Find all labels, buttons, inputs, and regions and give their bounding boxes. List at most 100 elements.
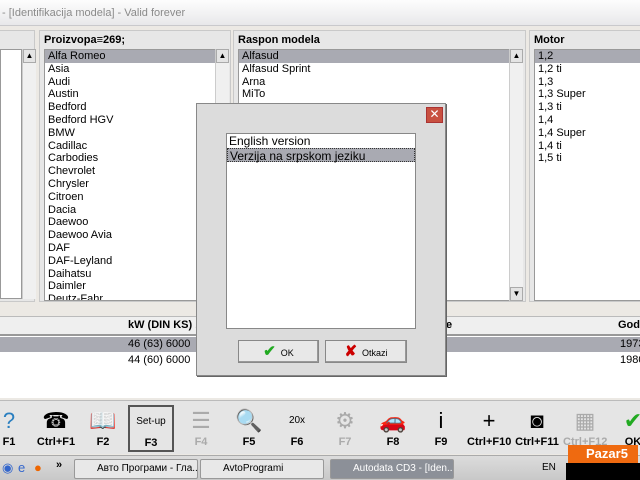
toolbar-key-label: F1 bbox=[2, 436, 16, 448]
list-item[interactable]: Bedford bbox=[45, 101, 215, 114]
list-item[interactable]: Bedford HGV bbox=[45, 114, 215, 127]
column-header-kw[interactable]: kW (DIN KS) 1 bbox=[128, 319, 201, 335]
list-item[interactable]: Alfasud bbox=[239, 50, 509, 63]
lamp-icon: ◙ bbox=[530, 408, 544, 433]
list-item[interactable]: 1,4 ti bbox=[535, 140, 640, 153]
check-icon: ✔ bbox=[263, 343, 276, 360]
setup-icon: Set-up bbox=[136, 416, 166, 427]
toolbar-button-f5[interactable]: 🔍 F5 bbox=[226, 405, 272, 452]
task-autodata[interactable]: Autodata CD3 - [Iden... bbox=[330, 459, 454, 479]
list-icon: ☰ bbox=[191, 408, 211, 433]
toolbar-key-label: F9 bbox=[434, 436, 448, 448]
list-item[interactable]: Deutz-Fahr bbox=[45, 293, 215, 300]
scroll-up-icon[interactable]: ▲ bbox=[23, 49, 36, 63]
toolbar-button-f7[interactable]: ⚙ F7 bbox=[322, 405, 368, 452]
manufacturer-list[interactable]: Alfa Romeo Asia Audi Austin Bedford Bedford H… bbox=[44, 49, 216, 301]
model-range-header: Raspon modela bbox=[238, 34, 320, 46]
left-scrollbar[interactable]: ▲ bbox=[22, 49, 36, 299]
scroll-up-icon[interactable]: ▲ bbox=[510, 49, 523, 63]
list-item[interactable]: Daewoo bbox=[45, 216, 215, 229]
list-item[interactable]: Arna bbox=[239, 76, 509, 89]
kw-cell: 44 (60) 6000 bbox=[128, 354, 191, 366]
list-item[interactable]: DAF bbox=[45, 242, 215, 255]
toolbar-button-f8[interactable]: 🚗 F8 bbox=[370, 405, 416, 452]
list-item[interactable]: 1,4 Super bbox=[535, 127, 640, 140]
ie-icon[interactable]: e bbox=[18, 460, 25, 475]
list-item[interactable]: Asia bbox=[45, 63, 215, 76]
close-button[interactable]: ✕ bbox=[426, 107, 443, 123]
list-item[interactable]: 1,3 Super bbox=[535, 88, 640, 101]
clock-area bbox=[566, 463, 640, 480]
list-item[interactable]: DAF-Leyland bbox=[45, 255, 215, 268]
list-item[interactable]: Cadillac bbox=[45, 140, 215, 153]
left-panel: ▲ bbox=[0, 30, 36, 302]
list-item[interactable]: Daimler bbox=[45, 280, 215, 293]
list-item[interactable]: Dacia bbox=[45, 204, 215, 217]
help-icon: ? bbox=[2, 408, 16, 433]
list-item[interactable]: 1,2 ti bbox=[535, 63, 640, 76]
quick-launch-icon[interactable]: ◉ bbox=[2, 460, 13, 476]
list-item[interactable]: 1,3 ti bbox=[535, 101, 640, 114]
toolbar-button-ctrl-f11[interactable]: ◙ Ctrl+F11 bbox=[514, 405, 560, 452]
list-item[interactable]: Carbodies bbox=[45, 152, 215, 165]
ok-button[interactable]: ✔ OK bbox=[238, 340, 319, 363]
toolbar-button-ctrl-f10[interactable]: + Ctrl+F10 bbox=[466, 405, 512, 452]
add-icon: + bbox=[482, 408, 496, 433]
engine-list[interactable]: 1,2 1,2 ti 1,3 1,3 Super 1,3 ti 1,4 1,4 Super 1… bbox=[534, 49, 640, 301]
calculator-icon: ▦ bbox=[574, 408, 596, 433]
manufacturer-header: Proizvopa≡269; bbox=[44, 34, 126, 46]
firefox-icon[interactable]: ● bbox=[34, 460, 42, 475]
quick-launch-more[interactable]: » bbox=[56, 459, 62, 471]
toolbar-key-label: F8 bbox=[386, 436, 400, 448]
list-item[interactable]: Audi bbox=[45, 76, 215, 89]
task-avto-programi-browser[interactable]: Авто Програми - Гла... bbox=[74, 459, 198, 479]
list-item[interactable]: Daihatsu bbox=[45, 268, 215, 281]
toolbar-button-f4[interactable]: ☰ F4 bbox=[178, 405, 224, 452]
toolbar-button-f2[interactable]: 📖 F2 bbox=[80, 405, 126, 452]
column-header-year[interactable]: God bbox=[618, 319, 640, 335]
year-cell: 1973 bbox=[620, 338, 640, 350]
engine-panel: Motor 1,2 1,2 ti 1,3 1,3 Super 1,3 ti 1,4 1,4 … bbox=[529, 30, 640, 302]
info-icon: i bbox=[438, 408, 444, 433]
scroll-up-icon[interactable]: ▲ bbox=[216, 49, 229, 63]
cancel-button[interactable]: ✘ Otkazi bbox=[325, 340, 407, 363]
toolbar-key-label: F3 bbox=[144, 437, 158, 449]
list-item[interactable]: MiTo bbox=[239, 88, 509, 101]
ok-label: OK bbox=[280, 348, 294, 358]
cars-icon: 🚗 bbox=[379, 408, 407, 433]
toolbar-button-f1[interactable]: ? F1 bbox=[0, 405, 32, 452]
toolbar-key-label: F5 bbox=[242, 436, 256, 448]
list-item[interactable]: 1,5 ti bbox=[535, 152, 640, 165]
language-list[interactable]: English version Verzija na srpskom jezik… bbox=[226, 133, 416, 329]
list-item[interactable]: Austin bbox=[45, 88, 215, 101]
toolbar-button-f9[interactable]: i F9 bbox=[418, 405, 464, 452]
left-list bbox=[0, 49, 22, 299]
engine-header: Motor bbox=[534, 34, 565, 46]
toolbar-button-ctrl-f1[interactable]: ☎ Ctrl+F1 bbox=[33, 405, 79, 452]
window-title: - [Identifikacija modela] - Valid foreve… bbox=[2, 7, 186, 19]
list-item[interactable]: Citroen bbox=[45, 191, 215, 204]
list-item[interactable]: 1,4 bbox=[535, 114, 640, 127]
list-item[interactable]: Daewoo Avia bbox=[45, 229, 215, 242]
list-item[interactable]: 1,3 bbox=[535, 76, 640, 89]
list-item[interactable]: Chrysler bbox=[45, 178, 215, 191]
toolbar-key-label: F6 bbox=[290, 436, 304, 448]
parts-icon: ⚙ bbox=[335, 408, 355, 433]
language-indicator[interactable]: EN bbox=[542, 462, 556, 473]
model-range-scrollbar[interactable]: ▲ ▼ bbox=[509, 49, 523, 301]
task-avtoprogrami[interactable]: AvtoProgrami bbox=[200, 459, 324, 479]
language-option-serbian[interactable]: Verzija na srpskom jeziku bbox=[227, 148, 415, 163]
list-item[interactable]: 1,2 bbox=[535, 50, 640, 63]
toolbar-button-f3[interactable]: Set-up F3 bbox=[128, 405, 174, 452]
list-item[interactable]: BMW bbox=[45, 127, 215, 140]
scroll-down-icon[interactable]: ▼ bbox=[510, 287, 523, 301]
function-toolbar: ? F1 ☎ Ctrl+F1 📖 F2 Set-up F3 ☰ F4 🔍 F5 20x F6 ⚙ F7 🚗 F8 i… bbox=[0, 400, 640, 454]
language-option-english[interactable]: English version bbox=[227, 134, 415, 148]
toolbar-key-label: Ctrl+F1 bbox=[36, 436, 76, 448]
phone-icon: ☎ bbox=[42, 408, 70, 433]
list-item[interactable]: Alfasud Sprint bbox=[239, 63, 509, 76]
list-item[interactable]: Alfa Romeo bbox=[45, 50, 215, 63]
list-item[interactable]: Chevrolet bbox=[45, 165, 215, 178]
check-icon: ✔ bbox=[623, 408, 640, 433]
toolbar-button-f6[interactable]: 20x F6 bbox=[274, 405, 320, 452]
